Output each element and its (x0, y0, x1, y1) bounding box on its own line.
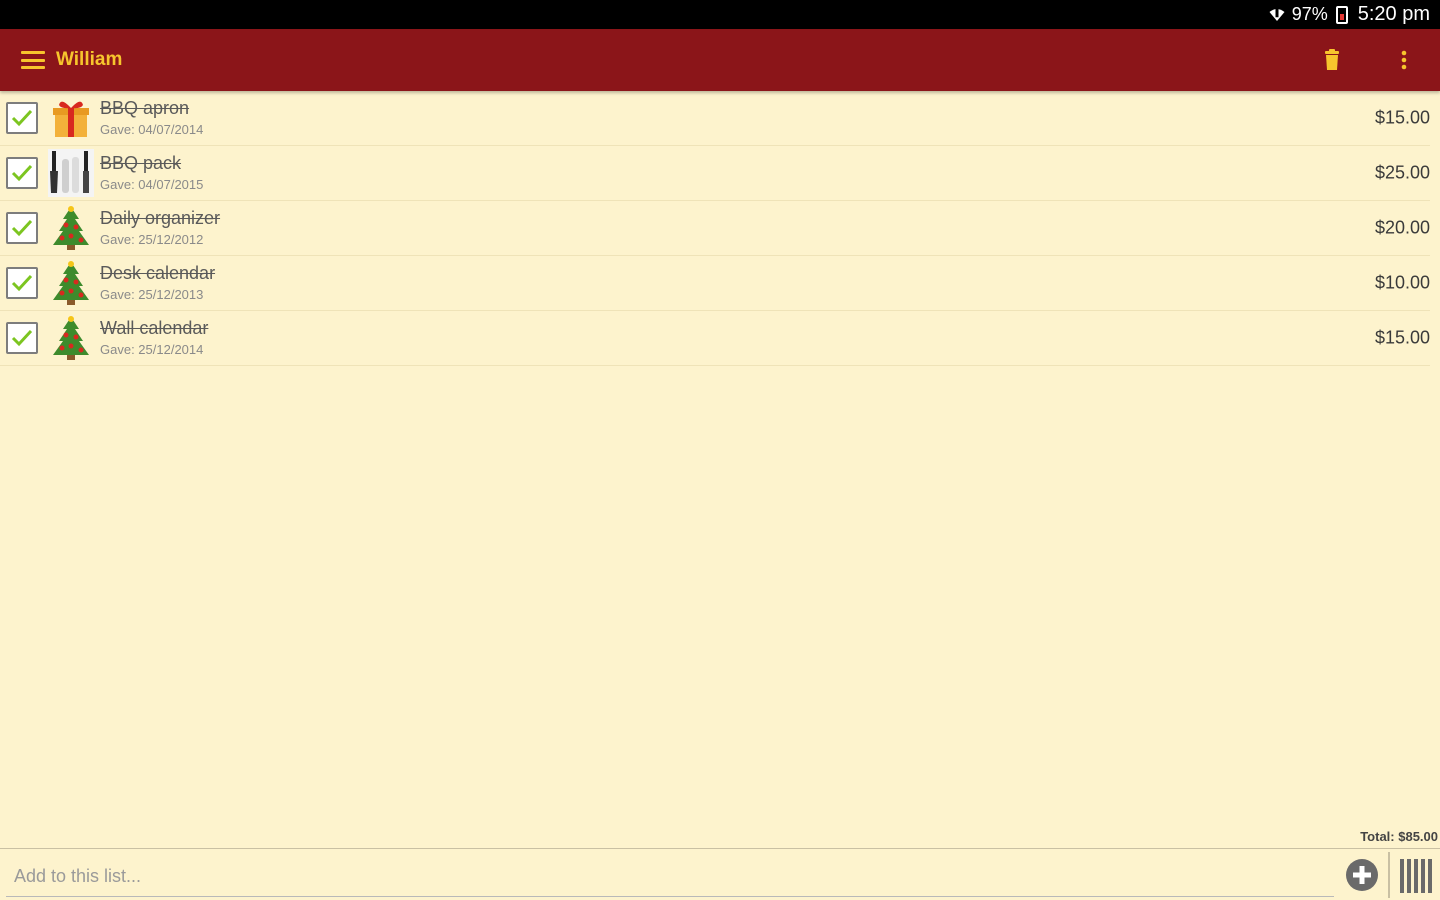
checkmark-icon (11, 164, 33, 182)
item-date: Gave: 25/12/2013 (100, 287, 204, 302)
add-item-input[interactable] (6, 856, 1334, 897)
page-title: William (56, 49, 123, 70)
wifi-icon (1269, 8, 1285, 21)
list-item[interactable]: BBQ apron Gave: 04/07/2014 $15.00 (0, 91, 1430, 146)
item-date: Gave: 25/12/2014 (100, 342, 204, 357)
list-item[interactable]: Daily organizer Gave: 25/12/2012 $20.00 (0, 201, 1430, 256)
bbq-tools-thumb (46, 149, 96, 197)
item-price: $10.00 (1374, 272, 1430, 293)
total-label: Total: $85.00 (1360, 829, 1438, 844)
item-name: BBQ apron (100, 98, 190, 118)
list-item[interactable]: Wall calendar Gave: 25/12/2014 $15.00 (0, 311, 1430, 366)
clock: 5:20 pm (1357, 3, 1430, 25)
item-price: $25.00 (1374, 162, 1430, 183)
item-date: Gave: 04/07/2015 (100, 177, 204, 192)
trash-icon[interactable] (1320, 48, 1344, 72)
item-date: Gave: 25/12/2012 (100, 232, 204, 247)
checkmark-icon (11, 329, 33, 347)
christmas-tree-icon (46, 259, 96, 307)
checkmark-icon (11, 109, 33, 127)
barcode-scan-icon[interactable] (1396, 857, 1436, 893)
item-checkbox[interactable] (6, 212, 38, 244)
divider (1388, 851, 1390, 898)
add-button[interactable] (1344, 857, 1380, 893)
status-bar: 97% 5:20 pm (0, 0, 1440, 29)
item-price: $20.00 (1374, 217, 1430, 238)
item-price: $15.00 (1374, 327, 1430, 348)
checkmark-icon (11, 219, 33, 237)
item-checkbox[interactable] (6, 157, 38, 189)
app-bar-actions (1320, 48, 1440, 72)
overflow-menu-icon[interactable] (1392, 48, 1416, 72)
christmas-tree-icon (46, 204, 96, 252)
battery-icon (1335, 5, 1348, 24)
item-name: Desk calendar (100, 263, 216, 283)
item-name: BBQ pack (100, 153, 182, 173)
christmas-tree-icon (46, 314, 96, 362)
gift-list: BBQ apron Gave: 04/07/2014 $15.00 BBQ pa… (0, 91, 1440, 366)
list-item[interactable]: Desk calendar Gave: 25/12/2013 $10.00 (0, 256, 1430, 311)
item-name: Daily organizer (100, 208, 221, 228)
item-checkbox[interactable] (6, 102, 38, 134)
checkmark-icon (11, 274, 33, 292)
battery-percent: 97% (1291, 4, 1328, 24)
item-checkbox[interactable] (6, 322, 38, 354)
gift-icon (46, 94, 96, 142)
item-date: Gave: 04/07/2014 (100, 122, 204, 137)
item-name: Wall calendar (100, 318, 209, 338)
menu-icon[interactable] (21, 51, 45, 69)
list-item[interactable]: BBQ pack Gave: 04/07/2015 $25.00 (0, 146, 1430, 201)
item-checkbox[interactable] (6, 267, 38, 299)
item-price: $15.00 (1374, 107, 1430, 128)
add-item-bar (0, 848, 1440, 900)
app-bar: William (0, 29, 1440, 91)
plus-circle-icon (1346, 858, 1378, 891)
